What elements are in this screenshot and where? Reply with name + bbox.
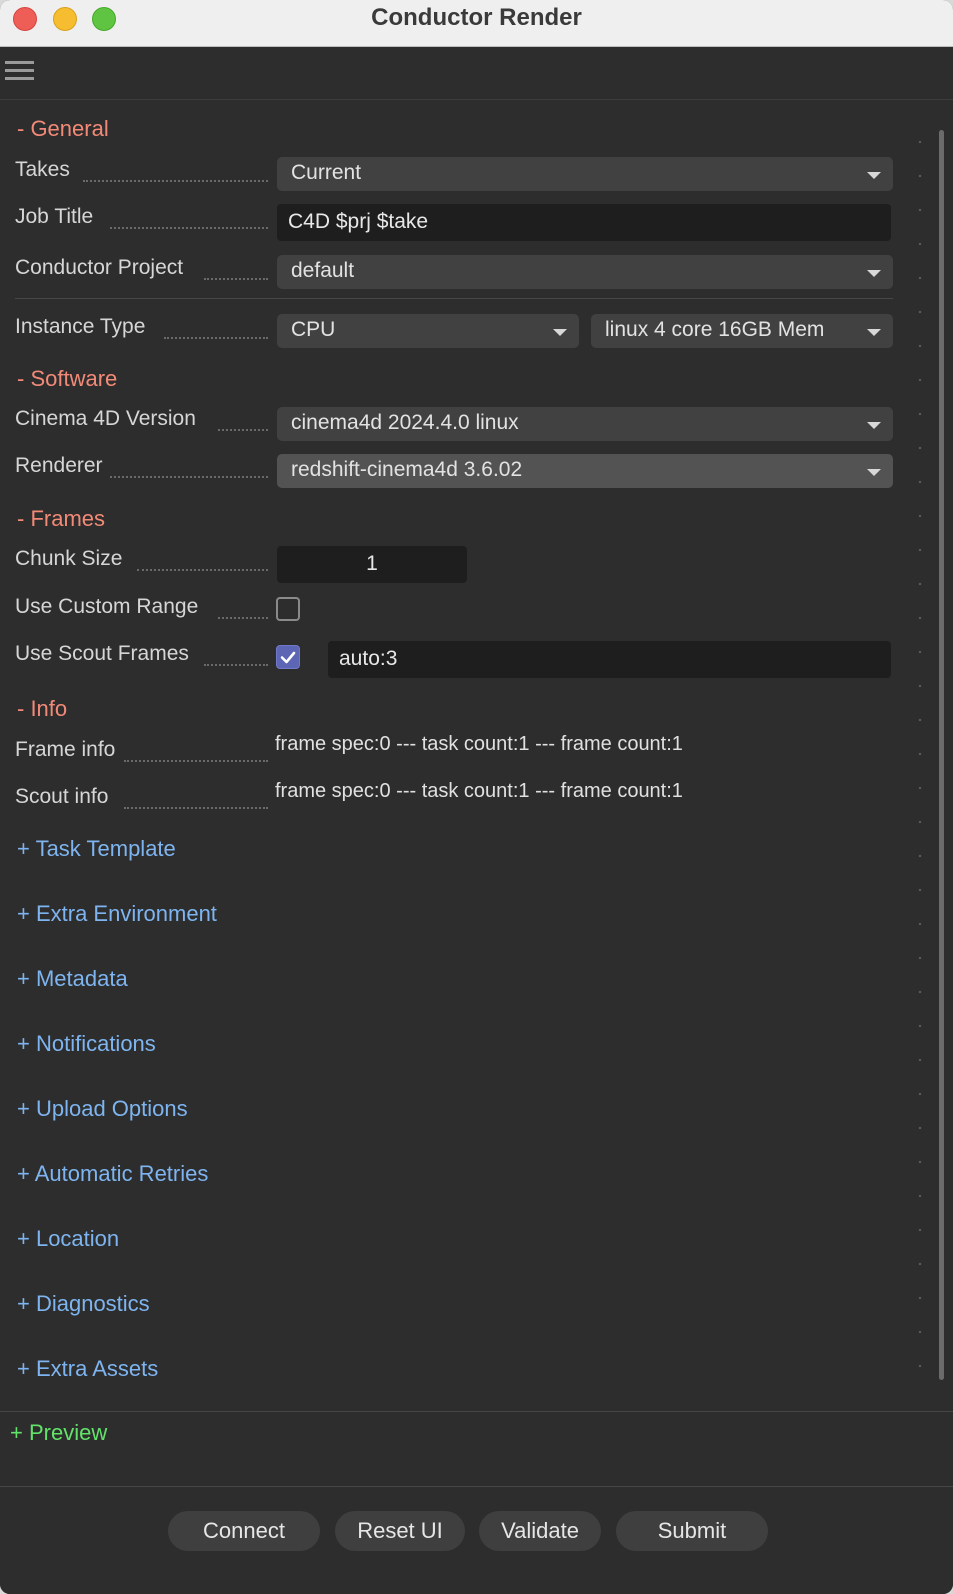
instance-type-dropdown[interactable]: CPU	[277, 314, 579, 348]
connect-button[interactable]: Connect	[168, 1511, 320, 1551]
chevron-down-icon	[867, 270, 881, 277]
custom-range-checkbox[interactable]	[276, 597, 300, 621]
section-upload-options-header[interactable]: + Upload Options	[17, 1096, 188, 1122]
takes-label: Takes	[15, 158, 70, 181]
footer-bar	[0, 1488, 953, 1594]
leader-dots	[137, 569, 268, 571]
instance-type-label: Instance Type	[15, 315, 146, 338]
instance-type-value: CPU	[291, 318, 336, 341]
preview-panel	[0, 1411, 953, 1487]
preview-header[interactable]: + Preview	[10, 1420, 107, 1446]
leader-dots	[218, 429, 268, 431]
chevron-down-icon	[867, 469, 881, 476]
takes-dropdown[interactable]: Current	[277, 157, 893, 191]
section-general-header[interactable]: - General	[17, 116, 109, 142]
leader-dots	[110, 476, 268, 478]
scout-info-label: Scout info	[15, 785, 109, 808]
chunk-size-field[interactable]: 1	[277, 546, 467, 583]
custom-range-label: Use Custom Range	[15, 595, 199, 618]
leader-dots	[164, 337, 268, 339]
section-software-header[interactable]: - Software	[17, 366, 117, 392]
leader-dots	[218, 617, 268, 619]
section-automatic-retries-header[interactable]: + Automatic Retries	[17, 1161, 208, 1187]
scout-frames-checkbox[interactable]	[276, 645, 300, 669]
frame-info-value: frame spec:0 --- task count:1 --- frame …	[275, 733, 683, 755]
conductor-project-label: Conductor Project	[15, 256, 184, 279]
conductor-project-dropdown[interactable]: default	[277, 255, 893, 289]
divider	[15, 298, 893, 299]
chunk-size-label: Chunk Size	[15, 547, 123, 570]
section-extra-assets-header[interactable]: + Extra Assets	[17, 1356, 158, 1382]
check-icon	[280, 651, 296, 664]
section-diagnostics-header[interactable]: + Diagnostics	[17, 1291, 150, 1317]
scout-frames-field[interactable]: auto:3	[328, 641, 891, 678]
chevron-down-icon	[867, 329, 881, 336]
c4d-version-dropdown[interactable]: cinema4d 2024.4.0 linux	[277, 407, 893, 441]
job-title-field[interactable]: C4D $prj $take	[277, 204, 891, 241]
reset-ui-button[interactable]: Reset UI	[335, 1511, 465, 1551]
frame-info-label: Frame info	[15, 738, 116, 761]
c4d-version-value: cinema4d 2024.4.0 linux	[291, 411, 519, 434]
panel-edge-dots	[913, 125, 927, 1395]
renderer-label: Renderer	[15, 454, 103, 477]
leader-dots	[204, 664, 268, 666]
title-bar: Conductor Render	[0, 0, 953, 47]
leader-dots	[124, 807, 268, 809]
renderer-value: redshift-cinema4d 3.6.02	[291, 458, 523, 481]
chevron-down-icon	[867, 422, 881, 429]
submit-button[interactable]: Submit	[616, 1511, 768, 1551]
menu-icon[interactable]	[5, 61, 34, 83]
conductor-project-value: default	[291, 259, 355, 282]
leader-dots	[124, 760, 268, 762]
validate-button[interactable]: Validate	[479, 1511, 601, 1551]
takes-value: Current	[291, 161, 362, 184]
section-extra-environment-header[interactable]: + Extra Environment	[17, 901, 217, 927]
section-notifications-header[interactable]: + Notifications	[17, 1031, 156, 1057]
window-title: Conductor Render	[371, 4, 582, 31]
chevron-down-icon	[553, 329, 567, 336]
leader-dots	[83, 180, 268, 182]
toolbar	[0, 48, 953, 100]
section-metadata-header[interactable]: + Metadata	[17, 966, 128, 992]
machine-type-value: linux 4 core 16GB Mem	[605, 318, 825, 341]
section-info-header[interactable]: - Info	[17, 696, 67, 722]
section-location-header[interactable]: + Location	[17, 1226, 119, 1252]
section-task-template-header[interactable]: + Task Template	[17, 836, 176, 862]
leader-dots	[110, 227, 268, 229]
conductor-render-window: Conductor Render - General Takes Current…	[0, 0, 953, 1594]
chevron-down-icon	[867, 172, 881, 179]
scout-frames-label: Use Scout Frames	[15, 642, 189, 665]
scout-info-value: frame spec:0 --- task count:1 --- frame …	[275, 780, 683, 802]
leader-dots	[204, 278, 268, 280]
section-frames-header[interactable]: - Frames	[17, 506, 105, 532]
job-title-label: Job Title	[15, 205, 94, 228]
scrollbar[interactable]	[939, 130, 944, 1380]
c4d-version-label: Cinema 4D Version	[15, 407, 196, 430]
machine-type-dropdown[interactable]: linux 4 core 16GB Mem	[591, 314, 893, 348]
renderer-dropdown[interactable]: redshift-cinema4d 3.6.02	[277, 454, 893, 488]
